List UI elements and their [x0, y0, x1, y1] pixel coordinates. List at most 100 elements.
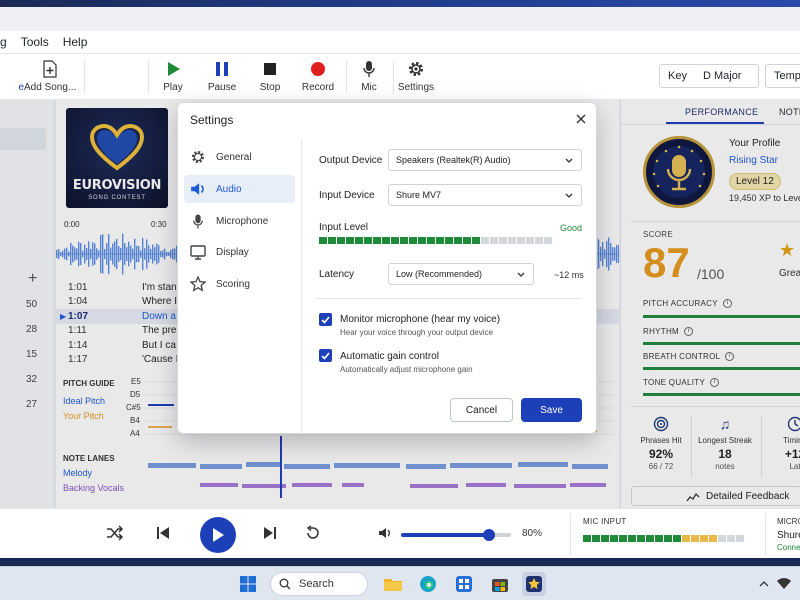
- meter-segment: [700, 535, 708, 542]
- latency-select[interactable]: Low (Recommended): [388, 263, 534, 285]
- settings-nav-label: Display: [216, 246, 249, 258]
- next-button[interactable]: [263, 526, 277, 540]
- auto-gain-description: Automatically adjust microphone gain: [340, 365, 473, 374]
- output-device-select[interactable]: Speakers (Realtek(R) Audio): [388, 149, 582, 171]
- tempo-select[interactable]: Tempo: [765, 64, 800, 88]
- skip-forward-icon: [264, 527, 276, 539]
- meter-segment: [463, 237, 471, 244]
- volume-button[interactable]: [378, 527, 392, 539]
- settings-nav-scoring[interactable]: Scoring: [184, 270, 295, 298]
- taskbar-search[interactable]: Search: [270, 572, 368, 596]
- microphone-connection-status: Conne: [777, 543, 800, 552]
- taskbar-app-widgets[interactable]: [452, 572, 476, 596]
- monitor-microphone-description: Hear your voice through your output devi…: [340, 328, 493, 337]
- checkmark-icon: [321, 315, 330, 324]
- gear-icon: [191, 150, 205, 164]
- close-button[interactable]: [576, 112, 586, 127]
- meter-segment: [592, 535, 600, 542]
- input-device-value: Shure MV7: [396, 190, 442, 200]
- settings-dialog: Settings General Audio Microphone Displa…: [177, 102, 597, 434]
- key-select[interactable]: Key D Major: [659, 64, 759, 88]
- desktop-wallpaper-strip: [0, 558, 800, 566]
- save-button[interactable]: Save: [521, 398, 582, 422]
- meter-segment: [355, 237, 363, 244]
- auto-gain-checkbox[interactable]: [319, 349, 332, 362]
- microphone-status-label: MICRO: [777, 517, 800, 526]
- taskbar-edge[interactable]: [416, 572, 440, 596]
- volume-knob[interactable]: [483, 529, 495, 541]
- mic-button[interactable]: Mic: [344, 58, 394, 93]
- add-song-button[interactable]: Add Song...: [24, 58, 76, 93]
- input-level-status: Good: [560, 223, 583, 233]
- shuffle-button[interactable]: [106, 525, 124, 541]
- play-button[interactable]: Play: [148, 58, 198, 93]
- settings-nav-display[interactable]: Display: [184, 238, 295, 266]
- toolbar-partial-label: e: [18, 82, 24, 93]
- key-value: D Major: [702, 70, 742, 82]
- play-label: Play: [163, 82, 183, 93]
- meter-segment: [655, 535, 663, 542]
- meter-segment: [409, 237, 417, 244]
- edge-browser-icon: [420, 576, 436, 592]
- start-button[interactable]: [236, 572, 260, 596]
- toolbar-partial-button[interactable]: e: [0, 58, 25, 93]
- settings-nav-microphone[interactable]: Microphone: [184, 207, 295, 235]
- previous-button[interactable]: [156, 526, 170, 540]
- record-button[interactable]: Record: [293, 58, 343, 93]
- output-device-value: Speakers (Realtek(R) Audio): [396, 155, 511, 165]
- gear-icon: [409, 62, 423, 76]
- transport-divider: [765, 513, 766, 555]
- volume-slider[interactable]: [401, 529, 511, 541]
- add-song-label: Add Song...: [24, 82, 77, 93]
- mic-input-label: MIC INPUT: [583, 517, 627, 526]
- menu-item-help[interactable]: Help: [63, 35, 88, 49]
- taskbar-file-explorer[interactable]: [381, 572, 405, 596]
- store-icon: [492, 579, 508, 592]
- input-level-meter: [319, 237, 552, 244]
- shuffle-icon: [107, 525, 124, 541]
- meter-segment: [646, 535, 654, 542]
- cancel-button[interactable]: Cancel: [450, 398, 513, 422]
- settings-nav-audio[interactable]: Audio: [184, 175, 295, 203]
- meter-segment: [373, 237, 381, 244]
- output-device-label: Output Device: [319, 155, 383, 166]
- windows-logo-icon: [240, 576, 256, 592]
- window-top-stripe: [0, 0, 800, 7]
- stop-button[interactable]: Stop: [245, 58, 295, 93]
- menu-item-tools[interactable]: Tools: [21, 35, 49, 49]
- settings-label: Settings: [397, 82, 435, 93]
- meter-segment: [673, 535, 681, 542]
- volume-fill: [401, 533, 489, 537]
- settings-button[interactable]: Settings: [391, 58, 441, 93]
- meter-segment: [337, 237, 345, 244]
- checkmark-icon: [321, 351, 330, 360]
- main-play-button[interactable]: [200, 517, 236, 553]
- meter-segment: [637, 535, 645, 542]
- meter-segment: [346, 237, 354, 244]
- meter-segment: [610, 535, 618, 542]
- taskbar-microsoft-store[interactable]: [488, 572, 512, 596]
- network-status[interactable]: [772, 572, 796, 596]
- search-icon: [279, 578, 291, 590]
- taskbar-karaoke-app[interactable]: [522, 572, 546, 596]
- repeat-button[interactable]: [305, 525, 321, 541]
- settings-nav-label: General: [216, 151, 252, 163]
- pause-button[interactable]: Pause: [197, 58, 247, 93]
- mic-input-meter: [583, 535, 744, 542]
- meter-segment: [517, 237, 525, 244]
- meter-segment: [418, 237, 426, 244]
- meter-segment: [736, 535, 744, 542]
- microphone-icon: [193, 214, 203, 228]
- partial-icon: [0, 62, 5, 76]
- meter-segment: [445, 237, 453, 244]
- dialog-divider: [316, 298, 582, 299]
- settings-nav-general[interactable]: General: [184, 143, 295, 171]
- monitor-icon: [190, 244, 206, 260]
- input-device-label: Input Device: [319, 190, 375, 201]
- menu-item-partial[interactable]: g: [0, 35, 7, 49]
- input-device-select[interactable]: Shure MV7: [388, 184, 582, 206]
- settings-nav-label: Microphone: [216, 215, 269, 227]
- monitor-microphone-checkbox[interactable]: [319, 313, 332, 326]
- meter-segment: [328, 237, 336, 244]
- meter-segment: [583, 535, 591, 542]
